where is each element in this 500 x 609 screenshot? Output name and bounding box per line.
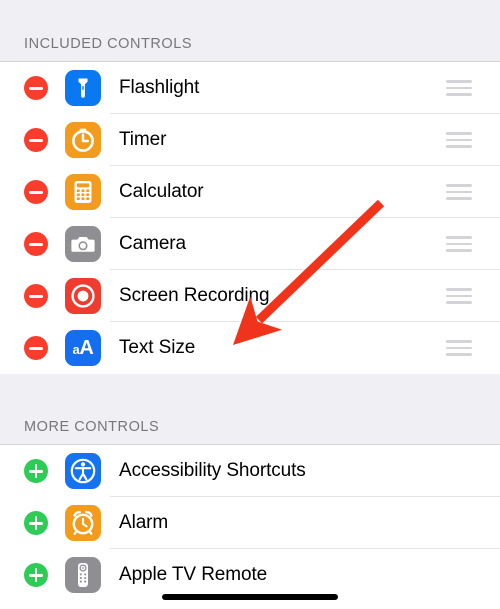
handle-line	[446, 138, 472, 142]
reorder-drag-handle[interactable]	[446, 288, 472, 304]
minus-icon	[29, 139, 43, 142]
handle-line	[446, 236, 472, 239]
handle-line	[446, 346, 472, 350]
handle-line	[446, 340, 472, 343]
add-control-button[interactable]	[24, 563, 48, 587]
remove-control-button[interactable]	[24, 128, 48, 152]
record-icon	[65, 278, 101, 314]
remove-control-button[interactable]	[24, 284, 48, 308]
section-title-more: MORE CONTROLS	[24, 419, 160, 435]
add-control-button[interactable]	[24, 459, 48, 483]
handle-line	[446, 353, 472, 356]
handle-line	[446, 190, 472, 194]
handle-line	[446, 132, 472, 135]
list-item[interactable]: aA Text Size	[0, 322, 500, 374]
list-item[interactable]: Screen Recording	[0, 270, 500, 322]
list-item-label: Timer	[119, 129, 167, 150]
minus-icon	[29, 295, 43, 298]
add-control-button[interactable]	[24, 511, 48, 535]
more-controls-list: Accessibility Shortcuts Alarm Apple TV R…	[0, 445, 500, 601]
handle-line	[446, 184, 472, 187]
remove-control-button[interactable]	[24, 336, 48, 360]
section-header-more-controls: MORE CONTROLS	[0, 374, 500, 445]
text-size-glyph: aA	[72, 337, 94, 359]
handle-line	[446, 294, 472, 298]
tv-remote-icon	[65, 557, 101, 593]
handle-line	[446, 249, 472, 252]
plus-icon	[34, 464, 38, 478]
alarm-clock-icon	[65, 505, 101, 541]
reorder-drag-handle[interactable]	[446, 80, 472, 96]
list-item[interactable]: Flashlight	[0, 62, 500, 114]
handle-line	[446, 301, 472, 304]
calculator-icon	[65, 174, 101, 210]
list-item[interactable]: Camera	[0, 218, 500, 270]
timer-icon	[65, 122, 101, 158]
remove-control-button[interactable]	[24, 232, 48, 256]
list-item-label: Accessibility Shortcuts	[119, 460, 306, 481]
accessibility-icon	[65, 453, 101, 489]
list-item-label: Calculator	[119, 181, 204, 202]
list-item-label: Apple TV Remote	[119, 564, 268, 585]
handle-line	[446, 197, 472, 200]
reorder-drag-handle[interactable]	[446, 184, 472, 200]
handle-line	[446, 80, 472, 83]
minus-icon	[29, 87, 43, 90]
handle-line	[446, 93, 472, 96]
text-size-icon: aA	[65, 330, 101, 366]
handle-line	[446, 288, 472, 291]
list-item-label: Alarm	[119, 512, 169, 533]
flashlight-icon	[65, 70, 101, 106]
list-item-label: Camera	[119, 233, 186, 254]
handle-line	[446, 242, 472, 246]
handle-line	[446, 145, 472, 148]
minus-icon	[29, 347, 43, 350]
reorder-drag-handle[interactable]	[446, 132, 472, 148]
included-controls-list: Flashlight Timer Calculator Camera Scree…	[0, 62, 500, 374]
list-item[interactable]: Accessibility Shortcuts	[0, 445, 500, 497]
section-title-included: INCLUDED CONTROLS	[24, 36, 193, 52]
list-item[interactable]: Timer	[0, 114, 500, 166]
minus-icon	[29, 243, 43, 246]
list-item[interactable]: Alarm	[0, 497, 500, 549]
remove-control-button[interactable]	[24, 76, 48, 100]
section-header-included-controls: INCLUDED CONTROLS	[0, 0, 500, 62]
list-item-label: Screen Recording	[119, 285, 270, 306]
list-item[interactable]: Calculator	[0, 166, 500, 218]
plus-icon	[34, 568, 38, 582]
list-item-label: Text Size	[119, 337, 196, 358]
remove-control-button[interactable]	[24, 180, 48, 204]
reorder-drag-handle[interactable]	[446, 236, 472, 252]
home-indicator	[162, 594, 338, 600]
control-center-customize-screen: INCLUDED CONTROLS Flashlight Timer Calcu…	[0, 0, 500, 609]
handle-line	[446, 86, 472, 90]
reorder-drag-handle[interactable]	[446, 340, 472, 356]
camera-icon	[65, 226, 101, 262]
plus-icon	[34, 516, 38, 530]
minus-icon	[29, 191, 43, 194]
list-item-label: Flashlight	[119, 77, 200, 98]
